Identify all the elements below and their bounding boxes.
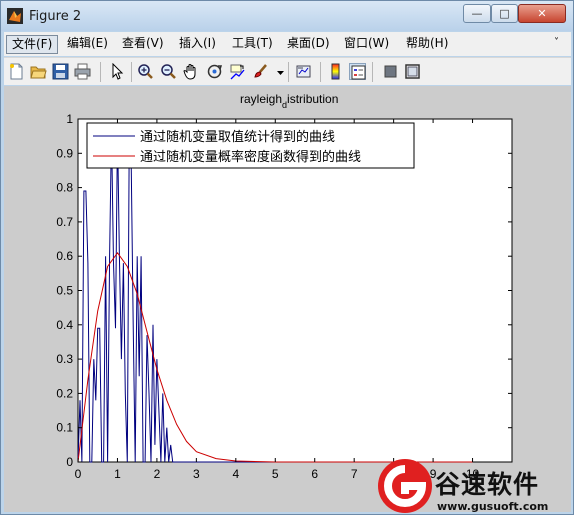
figure-toolbar	[4, 57, 571, 85]
y-tick-label: 0.5	[56, 284, 73, 298]
close-icon: ✕	[537, 7, 547, 20]
toolbar-separator	[372, 62, 373, 82]
matlab-logo-icon	[7, 8, 23, 24]
maximize-icon: □	[499, 7, 510, 20]
y-tick-label: 0.4	[56, 318, 73, 332]
toolbar-separator	[100, 62, 101, 82]
y-tick-label: 0.7	[56, 215, 73, 229]
toolbar-separator	[288, 62, 289, 82]
data-cursor-icon[interactable]	[229, 63, 246, 80]
menu-desktop[interactable]: 桌面(D)	[282, 35, 335, 54]
menu-tools[interactable]: 工具(T)	[227, 35, 278, 54]
pointer-icon[interactable]	[108, 63, 125, 80]
toolbar-separator	[131, 62, 132, 82]
minimize-button[interactable]: —	[463, 4, 491, 23]
save-icon[interactable]	[52, 63, 69, 80]
legend-entry-series-1: 通过随机变量取值统计得到的曲线	[140, 129, 335, 145]
new-figure-icon[interactable]	[8, 63, 25, 80]
menu-insert[interactable]: 插入(I)	[174, 35, 221, 54]
x-tick-label: 6	[311, 467, 318, 481]
toolbar-separator	[320, 62, 321, 82]
link-plot-icon[interactable]	[295, 63, 312, 80]
y-tick-label: 0.1	[56, 421, 73, 435]
zoom-out-icon[interactable]	[160, 63, 177, 80]
print-icon[interactable]	[74, 63, 91, 80]
legend-entry-series-2: 通过随机变量概率密度函数得到的曲线	[140, 149, 361, 165]
rotate-3d-icon[interactable]	[206, 63, 223, 80]
dropdown-arrow-icon[interactable]	[272, 63, 284, 80]
menu-help[interactable]: 帮助(H)	[401, 35, 453, 54]
plot-title: rayleighdistribution	[240, 92, 338, 110]
y-tick-label: 0	[66, 455, 73, 469]
zoom-in-icon[interactable]	[137, 63, 154, 80]
menu-bar: 文件(F) 编辑(E) 查看(V) 插入(I) 工具(T) 桌面(D) 窗口(W…	[4, 32, 571, 56]
plot-title-main: rayleigh	[240, 92, 282, 106]
x-tick-label: 4	[232, 467, 239, 481]
plot-title-rest: istribution	[287, 92, 338, 106]
minimize-icon: —	[471, 7, 483, 20]
x-tick-label: 1	[114, 467, 121, 481]
show-plot-tools-icon[interactable]	[404, 63, 421, 80]
menu-window[interactable]: 窗口(W)	[339, 35, 394, 54]
y-tick-label: 1	[66, 112, 73, 126]
watermark-text: 谷速软件	[435, 470, 540, 499]
x-tick-label: 3	[193, 467, 200, 481]
plot-area[interactable]: rayleighdistribution 0 0.1 0.2 0.3 0.4 0.5 0.6…	[4, 86, 571, 512]
colorbar-icon[interactable]	[327, 63, 344, 80]
legend[interactable]: 通过随机变量取值统计得到的曲线 通过随机变量概率密度函数得到的曲线	[86, 122, 415, 169]
x-tick-label: 7	[351, 467, 358, 481]
open-file-icon[interactable]	[30, 63, 47, 80]
y-tick-label: 0.3	[56, 352, 73, 366]
y-tick-label: 0.2	[56, 386, 73, 400]
x-tick-label: 5	[272, 467, 279, 481]
pan-hand-icon[interactable]	[183, 63, 200, 80]
y-tick-label: 0.6	[56, 249, 73, 263]
y-tick-label: 0.8	[56, 181, 73, 195]
figure-canvas: rayleighdistribution 0 0.1 0.2 0.3 0.4 0.5 0.6…	[4, 86, 571, 512]
x-tick-label: 0	[75, 467, 82, 481]
brush-icon[interactable]	[252, 63, 269, 80]
menu-edit[interactable]: 编辑(E)	[62, 35, 113, 54]
maximize-button[interactable]: □	[491, 4, 518, 23]
title-bar[interactable]: Figure 2 — □ ✕	[1, 1, 573, 31]
window-title: Figure 2	[29, 9, 82, 24]
hide-plot-tools-icon[interactable]	[382, 63, 399, 80]
y-tick-label: 0.9	[56, 146, 73, 160]
x-tick-label: 2	[154, 467, 161, 481]
menu-overflow-icon[interactable]: ˅	[554, 37, 559, 48]
menu-file[interactable]: 文件(F)	[6, 35, 59, 54]
figure-window: Figure 2 — □ ✕ 文件(F) 编辑(E) 查看(V) 插入(I) 工…	[0, 0, 574, 515]
close-button[interactable]: ✕	[518, 4, 566, 23]
menu-view[interactable]: 查看(V)	[117, 35, 169, 54]
legend-icon[interactable]	[349, 63, 366, 80]
watermark-url: www.gusuoft.com	[437, 500, 549, 513]
